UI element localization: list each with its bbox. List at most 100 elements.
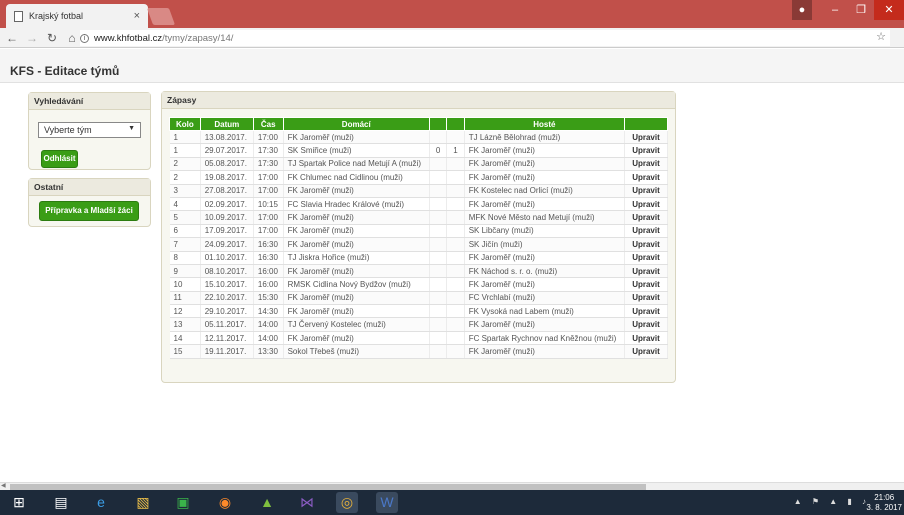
system-tray[interactable]: ▲ ⚑ ▲ ▮ ♪ [794,497,870,506]
row-away-score [446,277,465,292]
row-round: 11 [169,291,201,306]
row-home-team: FK Jaroměř (muži) [283,210,430,225]
close-tab-icon[interactable]: × [134,10,140,22]
row-home-score [429,291,448,306]
back-icon[interactable]: ← [4,31,20,45]
row-away-team: TJ Lázně Bělohrad (muži) [464,130,625,145]
row-away-team: FK Náchod s. r. o. (muži) [464,264,625,279]
browser-tab[interactable]: Krajský fotbal × [6,4,148,28]
team-select-value: Vyberte tým [44,125,92,135]
row-home-score [429,277,448,292]
firefox-icon[interactable]: ◉ [214,492,236,513]
row-away-score [446,130,465,145]
forward-icon[interactable]: → [24,31,40,45]
home-icon[interactable]: ⌂ [64,31,80,45]
table-row: 4 02.09.2017. 10:15 FC Slavia Hradec Králov… [169,197,669,212]
row-time: 17:00 [253,130,284,145]
matches-table: Kolo Datum Čas Domácí Hosté 1 13.08.2017.… [169,117,669,359]
edit-link[interactable]: Upravit [624,143,669,158]
clock-date: 3. 8. 2017 [866,503,902,512]
row-round: 8 [169,251,201,265]
row-away-score [446,264,465,279]
row-date: 27.08.2017. [200,184,254,198]
team-select[interactable]: Vyberte tým ▼ [38,122,141,138]
table-row: 1 13.08.2017. 17:00 FK Jaroměř (muži) TJ Láz… [169,130,669,145]
edit-link[interactable]: Upravit [624,344,669,359]
edit-link[interactable]: Upravit [624,277,669,292]
row-home-score [429,317,448,332]
chrome-icon[interactable]: ◎ [336,492,358,513]
info-icon[interactable]: i [80,33,89,43]
logout-button[interactable]: Odhlásit [41,150,78,168]
row-round: 2 [169,170,201,185]
row-date: 08.10.2017. [200,264,254,279]
clock-time: 21:06 [874,493,895,502]
table-header-row: Kolo Datum Čas Domácí Hosté [169,117,669,131]
edit-link[interactable]: Upravit [624,317,669,332]
row-home-score [429,344,448,359]
visual-studio-icon[interactable]: ⋈ [296,492,318,513]
close-window-button[interactable]: ✕ [874,0,904,20]
edit-link[interactable]: Upravit [624,130,669,145]
row-date: 22.10.2017. [200,291,254,306]
internet-explorer-icon[interactable]: e [90,492,112,513]
row-time: 14:00 [253,317,284,332]
edit-link[interactable]: Upravit [624,237,669,252]
row-home-team: FK Jaroměř (muži) [283,291,430,306]
edit-link[interactable]: Upravit [624,304,669,319]
row-round: 7 [169,237,201,252]
star-icon[interactable]: ☆ [876,30,886,43]
youth-button[interactable]: Přípravka a Mladší žáci [39,201,139,221]
store-icon[interactable]: ▣ [172,492,194,513]
table-row: 2 05.08.2017. 17:30 TJ Spartak Police nad M… [169,157,669,172]
edit-link[interactable]: Upravit [624,197,669,212]
edit-link[interactable]: Upravit [624,157,669,172]
row-date: 24.09.2017. [200,237,254,252]
edit-link[interactable]: Upravit [624,251,669,265]
row-round: 10 [169,277,201,292]
address-bar[interactable]: i www.khfotbal.cz /tymy/zapasy/14/ ☆ [80,30,890,46]
edit-link[interactable]: Upravit [624,264,669,279]
new-tab-button[interactable] [146,8,176,25]
row-away-score [446,237,465,252]
windows-start-icon[interactable]: ⊞ [8,492,30,513]
col-away-score [446,117,465,131]
edit-link[interactable]: Upravit [624,210,669,225]
app-icon[interactable]: ▲ [256,492,278,513]
reload-icon[interactable]: ↻ [44,31,60,45]
edit-link[interactable]: Upravit [624,291,669,306]
search-panel-heading: Vyhledávání [29,93,150,110]
row-home-score [429,237,448,252]
user-icon[interactable]: ● [792,0,812,20]
row-time: 17:30 [253,143,284,158]
row-away-team: FK Jaroměř (muži) [464,277,625,292]
folder-icon[interactable]: ▧ [132,492,154,513]
page-icon [14,10,23,22]
horizontal-scrollbar[interactable]: ◀ [0,482,904,490]
url-host: www.khfotbal.cz [94,32,163,44]
row-date: 15.10.2017. [200,277,254,292]
edit-link[interactable]: Upravit [624,331,669,346]
table-row: 9 08.10.2017. 16:00 FK Jaroměř (muži) FK Nác… [169,264,669,279]
edit-link[interactable]: Upravit [624,170,669,185]
row-away-team: FK Jaroměř (muži) [464,317,625,332]
edit-link[interactable]: Upravit [624,184,669,198]
row-home-team: RMSK Cidlina Nový Bydžov (muži) [283,277,430,292]
clock[interactable]: 21:06 3. 8. 2017 [866,493,902,513]
scroll-left-icon[interactable]: ◀ [1,482,6,489]
url-path: /tymy/zapasy/14/ [162,32,234,44]
row-away-score [446,251,465,265]
browser-toolbar: ← → ↻ ⌂ i www.khfotbal.cz /tymy/zapasy/1… [0,28,904,48]
table-row: 11 22.10.2017. 15:30 FK Jaroměř (muži) FC Vr… [169,291,669,306]
maximize-button[interactable]: ❐ [848,0,874,20]
edit-link[interactable]: Upravit [624,224,669,239]
window-controls: ● – ❐ ✕ [792,0,904,20]
minimize-button[interactable]: – [822,0,848,20]
row-time: 14:30 [253,304,284,319]
row-home-team: TJ Červený Kostelec (muži) [283,317,430,332]
table-row: 1 29.07.2017. 17:30 SK Smiřice (muži) 0 1 FK J… [169,143,669,158]
file-explorer-icon[interactable]: ▤ [50,492,72,513]
row-date: 12.11.2017. [200,331,254,346]
word-icon[interactable]: W [376,492,398,513]
caret-down-icon: ▼ [128,125,135,132]
